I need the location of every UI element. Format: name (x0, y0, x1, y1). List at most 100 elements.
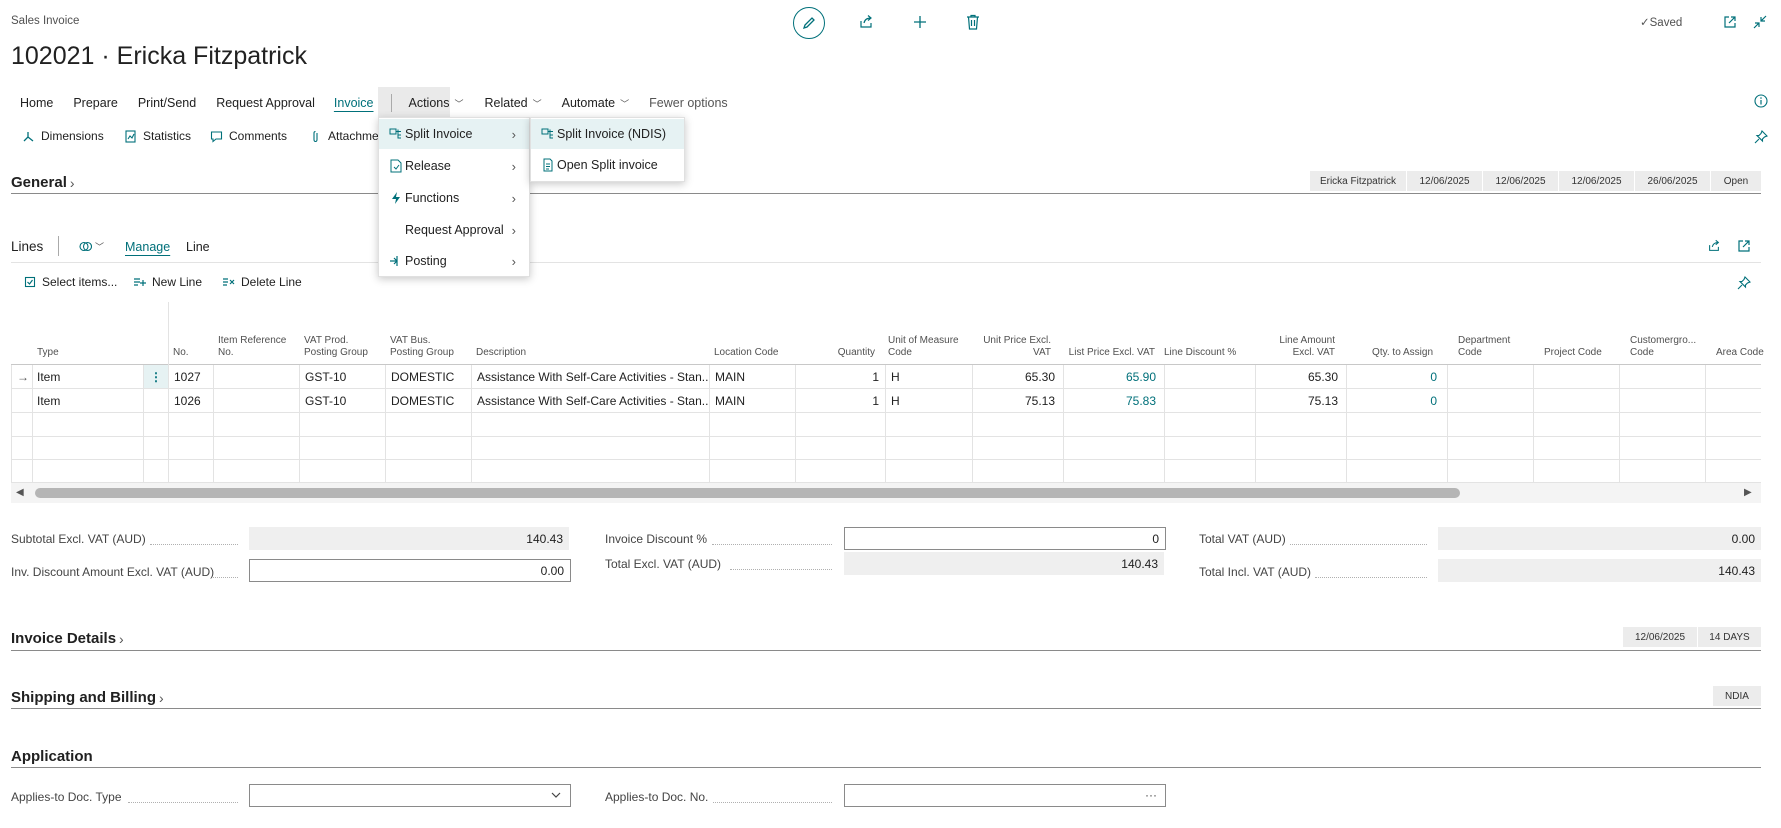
delete-line-button[interactable]: Delete Line (222, 275, 302, 289)
edit-button[interactable] (793, 7, 825, 39)
info-button[interactable] (1753, 93, 1769, 109)
column-header-location-code[interactable]: Location Code (714, 347, 779, 359)
column-header-department-code[interactable]: Department Code (1458, 335, 1530, 359)
applies-to-doc-type-select[interactable] (249, 784, 571, 807)
collapse-button[interactable] (1752, 14, 1768, 30)
nav-automate[interactable]: Automate ﹀ (562, 96, 630, 110)
nav-prepare[interactable]: Prepare (73, 96, 117, 110)
column-header-uom[interactable]: Unit of Measure Code (888, 335, 960, 359)
menu-item-split-invoice-ndis[interactable]: Split Invoice (NDIS) (531, 119, 684, 149)
column-header-unit-price[interactable]: Unit Price Excl. VAT (974, 335, 1051, 359)
scrollbar-thumb[interactable] (35, 488, 1460, 498)
column-header-area-code[interactable]: Area Code (1716, 347, 1766, 359)
column-header-description[interactable]: Description (476, 347, 526, 359)
cell-unit-price[interactable]: 75.13 (977, 389, 1055, 412)
cell-vat-prod-posting-group[interactable]: GST-10 (305, 365, 385, 388)
promoted-comments[interactable]: Comments (210, 129, 287, 143)
new-button[interactable] (911, 13, 929, 31)
cell-type[interactable]: Item (37, 389, 137, 412)
cell-qty-to-assign[interactable]: 0 (1351, 389, 1437, 412)
cell-no[interactable]: 1027 (174, 365, 214, 388)
lines-pin-button[interactable] (1736, 275, 1752, 291)
cell-location-code[interactable]: MAIN (715, 365, 795, 388)
menu-item-split-invoice[interactable]: Split Invoice › (379, 119, 529, 149)
cell-quantity[interactable]: 1 (801, 365, 879, 388)
lines-expand-button[interactable] (1736, 238, 1752, 254)
menu-item-open-split-invoice[interactable]: Open Split invoice (531, 150, 684, 180)
cell-list-price[interactable]: 65.90 (1068, 365, 1156, 388)
table-row[interactable]: Item 1026 GST-10 DOMESTIC Assistance Wit… (11, 389, 1761, 413)
pin-button[interactable] (1753, 129, 1769, 145)
inv-discount-amount-input[interactable]: 0.00 (249, 559, 571, 582)
invoice-details-section-header[interactable]: Invoice Details › (11, 630, 124, 647)
cell-no[interactable]: 1026 (174, 389, 214, 412)
nav-actions[interactable]: Actions ﹀ (409, 96, 464, 110)
lines-share-button[interactable] (1706, 238, 1722, 254)
column-header-vat-bus-posting-group[interactable]: VAT Bus. Posting Group (390, 335, 462, 359)
open-new-window-button[interactable] (1722, 14, 1738, 30)
cell-item-reference-no[interactable] (218, 365, 298, 388)
column-header-list-price[interactable]: List Price Excl. VAT (1060, 347, 1155, 359)
share-button[interactable] (857, 13, 875, 31)
cell-vat-prod-posting-group[interactable]: GST-10 (305, 389, 385, 412)
lookup-ellipsis-icon[interactable]: ··· (1145, 788, 1157, 802)
tab-line[interactable]: Line (186, 240, 210, 254)
nav-request-approval[interactable]: Request Approval (216, 96, 315, 110)
cell-line-discount[interactable] (1169, 389, 1249, 412)
promoted-attachments[interactable]: Attachments (309, 129, 379, 143)
column-header-line-amount[interactable]: Line Amount Excl. VAT (1261, 335, 1335, 359)
cell-vat-bus-posting-group[interactable]: DOMESTIC (391, 389, 471, 412)
menu-item-functions[interactable]: Functions › (379, 183, 529, 213)
column-header-no[interactable]: No. (173, 347, 189, 359)
applies-to-doc-no-input[interactable]: ··· (844, 784, 1166, 807)
cell-location-code[interactable]: MAIN (715, 389, 795, 412)
menu-item-release[interactable]: Release › (379, 151, 529, 181)
cell-line-discount[interactable] (1169, 365, 1249, 388)
general-section-header[interactable]: General › (11, 174, 75, 191)
nav-home[interactable]: Home (20, 96, 53, 110)
nav-print-send[interactable]: Print/Send (138, 96, 196, 110)
empty-row[interactable] (11, 436, 1761, 460)
empty-row[interactable] (11, 459, 1761, 483)
scroll-right-arrow-icon[interactable]: ▶ (1744, 487, 1752, 498)
invoice-discount-pct-input[interactable]: 0 (844, 527, 1166, 550)
promoted-dimensions[interactable]: Dimensions (22, 129, 104, 143)
column-header-project-code[interactable]: Project Code (1544, 347, 1602, 359)
column-header-line-discount[interactable]: Line Discount % (1164, 347, 1254, 359)
column-header-vat-prod-posting-group[interactable]: VAT Prod. Posting Group (304, 335, 376, 359)
cell-type[interactable]: Item (37, 365, 137, 388)
nav-invoice[interactable]: Invoice (334, 96, 374, 110)
select-items-button[interactable]: Select items... (24, 275, 117, 289)
tab-manage[interactable]: Manage (125, 240, 170, 254)
shipping-section-header[interactable]: Shipping and Billing › (11, 689, 164, 706)
new-line-button[interactable]: New Line (133, 275, 202, 289)
cell-item-reference-no[interactable] (218, 389, 298, 412)
table-row[interactable]: → Item ⋮ 1027 GST-10 DOMESTIC Assistance… (11, 365, 1761, 389)
cell-description[interactable]: Assistance With Self-Care Activities - S… (477, 389, 709, 412)
cell-unit-price[interactable]: 65.30 (977, 365, 1055, 388)
column-header-type[interactable]: Type (37, 347, 59, 359)
menu-item-request-approval[interactable]: Request Approval › (379, 215, 529, 245)
cell-description[interactable]: Assistance With Self-Care Activities - S… (477, 365, 709, 388)
cell-line-amount[interactable]: 65.30 (1260, 365, 1338, 388)
cell-uom[interactable]: H (891, 365, 971, 388)
nav-fewer-options[interactable]: Fewer options (649, 96, 728, 110)
column-header-qty-to-assign[interactable]: Qty. to Assign (1351, 347, 1433, 359)
empty-row[interactable] (11, 413, 1761, 437)
column-header-customergroup-code[interactable]: Customergro... Code (1630, 335, 1702, 359)
cell-line-amount[interactable]: 75.13 (1260, 389, 1338, 412)
delete-button[interactable] (964, 13, 982, 31)
cell-qty-to-assign[interactable]: 0 (1351, 365, 1437, 388)
lines-options-button[interactable]: ﹀ (79, 240, 104, 253)
menu-item-posting[interactable]: Posting › (379, 246, 529, 276)
nav-related[interactable]: Related ﹀ (485, 96, 542, 110)
cell-list-price[interactable]: 75.83 (1068, 389, 1156, 412)
cell-quantity[interactable]: 1 (801, 389, 879, 412)
scroll-left-arrow-icon[interactable]: ◀ (16, 487, 24, 498)
cell-vat-bus-posting-group[interactable]: DOMESTIC (391, 365, 471, 388)
cell-uom[interactable]: H (891, 389, 971, 412)
column-header-item-reference-no[interactable]: Item Reference No. (218, 335, 290, 359)
column-header-quantity[interactable]: Quantity (801, 347, 875, 359)
row-actions-button[interactable]: ⋮ (144, 365, 168, 388)
promoted-statistics[interactable]: Statistics (124, 129, 191, 143)
